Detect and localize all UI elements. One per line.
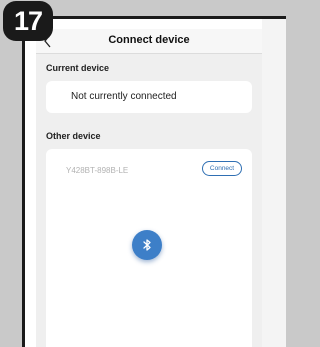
- navigation-bar: Connect device: [36, 29, 262, 54]
- bluetooth-icon: [143, 239, 151, 251]
- current-device-label: Current device: [46, 63, 110, 73]
- current-device-card: Not currently connected: [46, 81, 252, 113]
- device-screen: Connect device Current device Not curren…: [25, 19, 286, 347]
- step-number: 17: [13, 5, 43, 36]
- app-screen: Connect device Current device Not curren…: [36, 29, 262, 347]
- bluetooth-scan-button[interactable]: [132, 230, 162, 260]
- page-title: Connect device: [108, 34, 190, 46]
- step-number-badge: 17: [3, 1, 53, 41]
- other-device-label: Other device: [46, 131, 101, 141]
- device-name: Y428BT-898B-LE: [66, 166, 129, 175]
- other-device-card: Y428BT-898B-LE Connect: [46, 149, 252, 347]
- connection-status: Not currently connected: [71, 91, 177, 102]
- right-panel: [262, 19, 286, 347]
- connect-button[interactable]: Connect: [202, 161, 242, 176]
